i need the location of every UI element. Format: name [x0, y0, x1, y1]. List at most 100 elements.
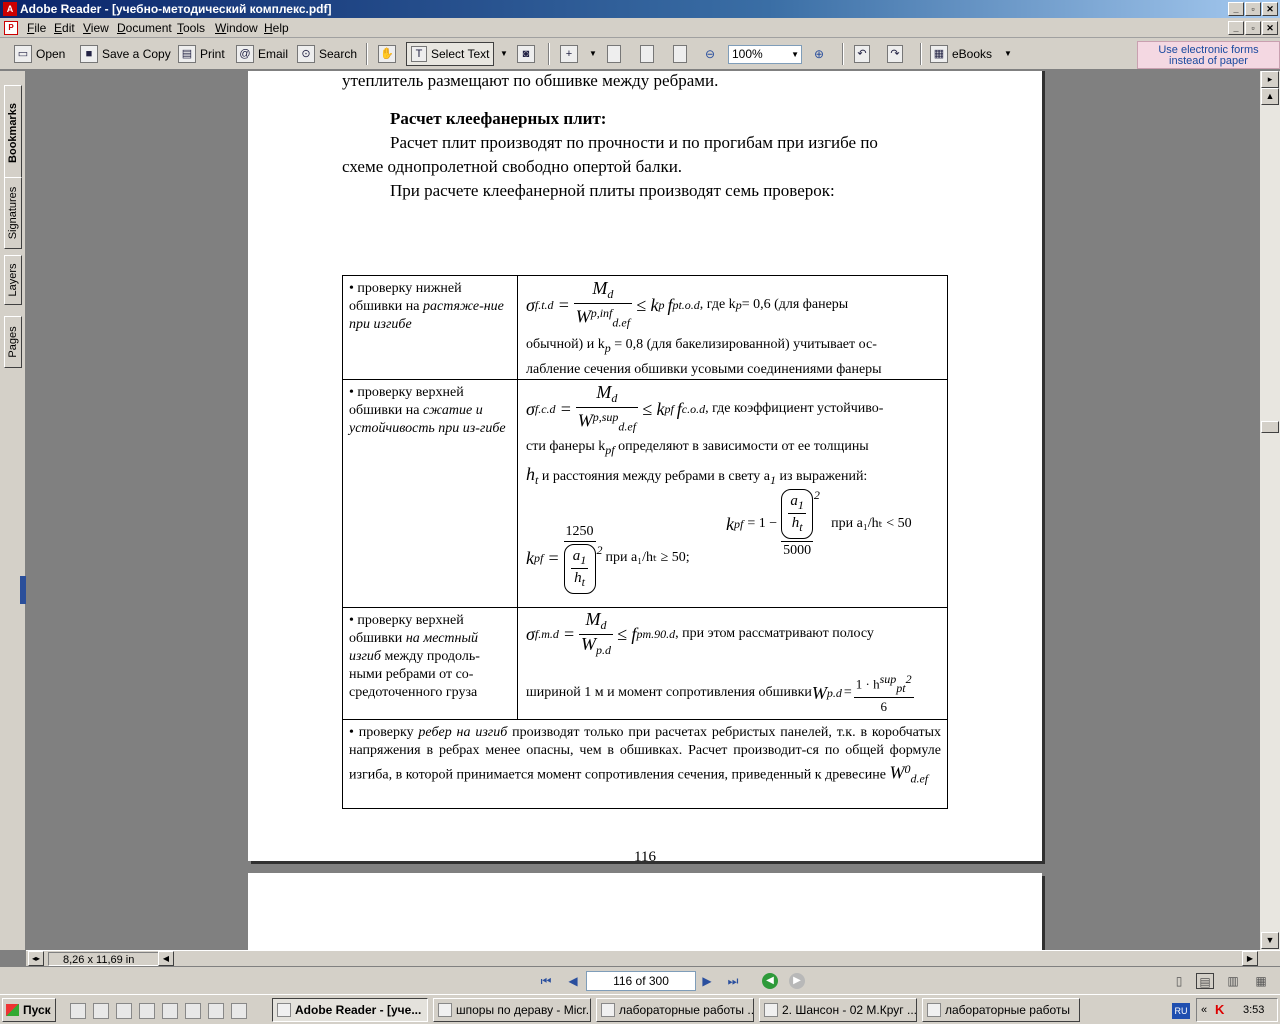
- hand-tool-button[interactable]: ✋: [378, 42, 396, 66]
- formula-fraction: Md Wp,supd.ef: [575, 383, 639, 435]
- quicklaunch-tool-icon[interactable]: [231, 1003, 247, 1019]
- single-page-layout-icon[interactable]: ▯: [1170, 973, 1188, 989]
- ebooks-label: eBooks: [952, 47, 993, 61]
- quicklaunch-media-icon[interactable]: [139, 1003, 155, 1019]
- previous-page-icon[interactable]: ◀: [564, 973, 582, 989]
- formula-subscript: 1: [580, 552, 587, 567]
- scroll-right-button[interactable]: ▶: [1242, 951, 1258, 966]
- save-copy-label: Save a Copy: [102, 47, 171, 61]
- menu-help[interactable]: Help: [264, 21, 289, 35]
- pdf-page-next: [248, 873, 1042, 950]
- quicklaunch-search-icon[interactable]: [208, 1003, 224, 1019]
- formula-numerator: a1 ht 2: [781, 488, 820, 540]
- task-folder[interactable]: лабораторные работы: [922, 998, 1080, 1022]
- ebooks-button[interactable]: ▦ eBooks ▼: [930, 42, 1012, 66]
- tab-bookmarks[interactable]: Bookmarks: [4, 85, 22, 181]
- menu-window[interactable]: Window: [215, 21, 258, 35]
- quicklaunch-mail-icon[interactable]: [93, 1003, 109, 1019]
- tab-signatures[interactable]: Signatures: [4, 177, 22, 249]
- formula-rhs: ≤ k: [636, 295, 659, 315]
- split-button[interactable]: ▸: [1261, 71, 1279, 88]
- first-page-icon[interactable]: ⏮: [537, 973, 555, 989]
- zoom-out-button[interactable]: ⊖: [705, 42, 715, 66]
- scroll-thumb[interactable]: [1261, 421, 1279, 433]
- tab-layers[interactable]: Layers: [4, 255, 22, 305]
- select-text-button[interactable]: T Select Text: [406, 42, 495, 66]
- doc-restore-button[interactable]: ▫: [1245, 21, 1261, 35]
- email-button[interactable]: @ Email: [236, 42, 288, 66]
- formula-variable: h: [526, 463, 535, 484]
- previous-view-icon[interactable]: ◀: [762, 973, 778, 989]
- vertical-scrollbar[interactable]: ▸ ▲ ▼: [1260, 71, 1280, 950]
- snapshot-button[interactable]: ◙: [517, 42, 535, 66]
- kpf-formula-2: k pf = 1 − a1 ht 2 5000 при a₁/hₜ < 50: [726, 488, 912, 561]
- save-copy-button[interactable]: ■ Save a Copy: [80, 42, 171, 66]
- menu-tools[interactable]: Tools: [177, 21, 205, 35]
- doc-minimize-button[interactable]: _: [1228, 21, 1244, 35]
- task-winamp[interactable]: 2. Шансон - 02 М.Круг ...: [759, 998, 917, 1022]
- paragraph-2: При расчете клеефанерной плиты производя…: [390, 181, 835, 200]
- menu-edit[interactable]: Edit: [54, 21, 75, 35]
- search-button[interactable]: ⊙ Search: [297, 42, 357, 66]
- zoom-tool-dropdown-arrow[interactable]: ▼: [589, 42, 597, 66]
- language-indicator[interactable]: RU: [1172, 1003, 1190, 1019]
- formula-subscript: d.ef: [910, 771, 929, 786]
- page-number-field[interactable]: 116 of 300: [586, 971, 696, 991]
- scroll-down-button[interactable]: ▼: [1261, 932, 1279, 949]
- restore-button[interactable]: ▫: [1245, 2, 1261, 16]
- task-word-document-2[interactable]: лабораторные работы ...: [596, 998, 754, 1022]
- menu-file[interactable]: File: [27, 21, 46, 35]
- last-page-icon[interactable]: ⏭: [724, 973, 742, 989]
- select-dropdown-arrow[interactable]: ▼: [500, 42, 508, 66]
- electronic-forms-promo[interactable]: Use electronic forms instead of paper: [1137, 41, 1280, 69]
- document-area[interactable]: утеплитель размещают по обшивке между ре…: [26, 71, 1260, 950]
- open-button[interactable]: ▭ Open: [14, 42, 65, 66]
- tray-expand-icon[interactable]: «: [1201, 999, 1207, 1021]
- fit-page-button[interactable]: [640, 42, 654, 66]
- rotate-left-button[interactable]: ↶: [854, 42, 870, 66]
- rotate-right-button[interactable]: ↷: [887, 42, 903, 66]
- formula-denominator: W: [581, 633, 597, 654]
- formula-superscript: 2: [596, 542, 603, 557]
- formula-subscript: pt.o.d: [672, 298, 700, 312]
- quicklaunch-winamp-icon[interactable]: [185, 1003, 201, 1019]
- ebooks-dropdown-arrow[interactable]: ▼: [1004, 42, 1012, 66]
- print-button[interactable]: ▤ Print: [178, 42, 225, 66]
- quicklaunch-explorer-icon[interactable]: [70, 1003, 86, 1019]
- fit-width-button[interactable]: [673, 42, 687, 66]
- kaspersky-icon[interactable]: K: [1215, 1003, 1224, 1017]
- scroll-left-button[interactable]: ◀: [158, 951, 174, 966]
- menu-document[interactable]: Document: [117, 21, 172, 35]
- clock: 3:53: [1243, 1004, 1265, 1016]
- split-horizontal-button[interactable]: ◂▸: [28, 951, 44, 966]
- scroll-up-button[interactable]: ▲: [1261, 88, 1279, 105]
- minimize-button[interactable]: _: [1228, 2, 1244, 16]
- title-bar: A Adobe Reader - [учебно-методический ко…: [0, 0, 1280, 18]
- formula-subscript: d.ef: [612, 315, 631, 330]
- task-word-document[interactable]: шпоры по дераву - Micr...: [433, 998, 591, 1022]
- task-adobe-reader[interactable]: Adobe Reader - [уче...: [272, 998, 428, 1022]
- table-cell-label: • проверку нижней обшивки на растяже-ние…: [343, 276, 518, 379]
- paragraph-1-line-1: Расчет плит производят по прочности и по…: [390, 133, 878, 152]
- table-row: • проверку верхней обшивки на местный из…: [343, 608, 947, 720]
- menu-view[interactable]: View: [83, 21, 109, 35]
- next-view-icon[interactable]: ▶: [789, 973, 805, 989]
- continuous-facing-layout-icon[interactable]: ▦: [1252, 973, 1270, 989]
- start-button[interactable]: Пуск: [2, 998, 56, 1022]
- tab-pages[interactable]: Pages: [4, 316, 22, 368]
- quicklaunch-desktop-icon[interactable]: [162, 1003, 178, 1019]
- quicklaunch-notepad-icon[interactable]: [116, 1003, 132, 1019]
- actual-size-button[interactable]: [607, 42, 621, 66]
- formula-explanation: шириной 1 м и момент сопротивления обшив…: [526, 672, 914, 714]
- doc-close-button[interactable]: ✕: [1262, 21, 1278, 35]
- pdf-document-icon[interactable]: P: [4, 21, 18, 35]
- formula-subscript: pf: [734, 517, 744, 532]
- close-button[interactable]: ✕: [1262, 2, 1278, 16]
- continuous-layout-icon[interactable]: ▤: [1196, 973, 1214, 989]
- zoom-in-button[interactable]: ⊕: [814, 42, 824, 66]
- zoom-field[interactable]: 100% ▼: [728, 45, 802, 64]
- zoom-dropdown-arrow[interactable]: ▼: [791, 46, 799, 63]
- zoom-in-tool-button[interactable]: +: [560, 42, 578, 66]
- next-page-icon[interactable]: ▶: [698, 973, 716, 989]
- facing-layout-icon[interactable]: ▥: [1224, 973, 1242, 989]
